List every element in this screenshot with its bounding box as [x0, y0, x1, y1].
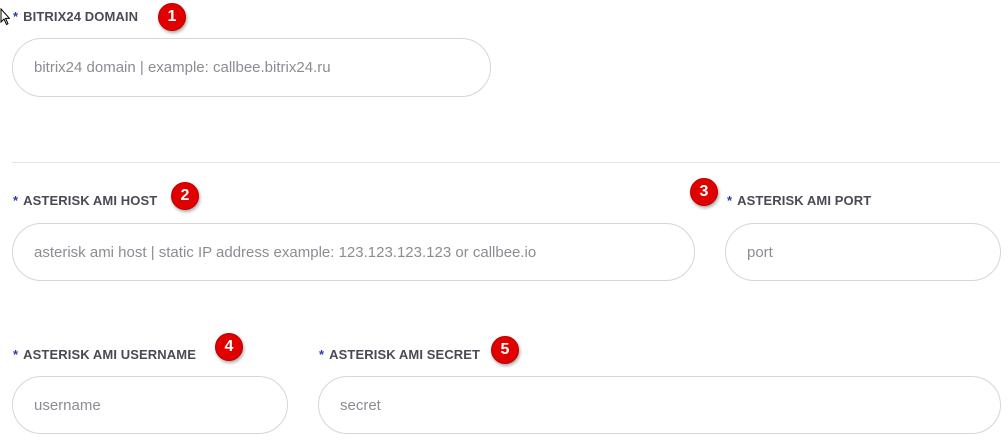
ami-username-label: * ASTERISK AMI USERNAME: [13, 347, 196, 362]
required-asterisk: *: [319, 347, 325, 362]
required-asterisk: *: [13, 9, 19, 24]
ami-port-label: * ASTERISK AMI PORT: [727, 193, 871, 208]
required-asterisk: *: [13, 347, 19, 362]
required-asterisk: *: [13, 193, 19, 208]
marker-5: 5: [491, 336, 519, 364]
ami-port-input[interactable]: [725, 223, 1001, 281]
ami-host-input[interactable]: [12, 223, 695, 281]
ami-username-label-text: ASTERISK AMI USERNAME: [23, 347, 196, 362]
marker-1: 1: [158, 3, 186, 31]
required-asterisk: *: [727, 193, 733, 208]
marker-2: 2: [171, 182, 199, 210]
ami-host-label-text: ASTERISK AMI HOST: [23, 193, 158, 208]
ami-host-label: * ASTERISK AMI HOST: [13, 193, 157, 208]
mouse-pointer-icon: [0, 8, 10, 26]
bitrix-domain-label: * BITRIX24 DOMAIN: [13, 9, 138, 24]
section-divider: [12, 162, 1000, 163]
marker-3: 3: [690, 178, 718, 206]
ami-username-input[interactable]: [12, 376, 288, 434]
ami-secret-input[interactable]: [318, 376, 1001, 434]
ami-port-label-text: ASTERISK AMI PORT: [737, 193, 872, 208]
marker-4: 4: [215, 333, 243, 361]
ami-secret-label-text: ASTERISK AMI SECRET: [329, 347, 481, 362]
bitrix-domain-input[interactable]: [12, 38, 491, 97]
bitrix-domain-label-text: BITRIX24 DOMAIN: [23, 9, 139, 24]
ami-secret-label: * ASTERISK AMI SECRET: [319, 347, 480, 362]
